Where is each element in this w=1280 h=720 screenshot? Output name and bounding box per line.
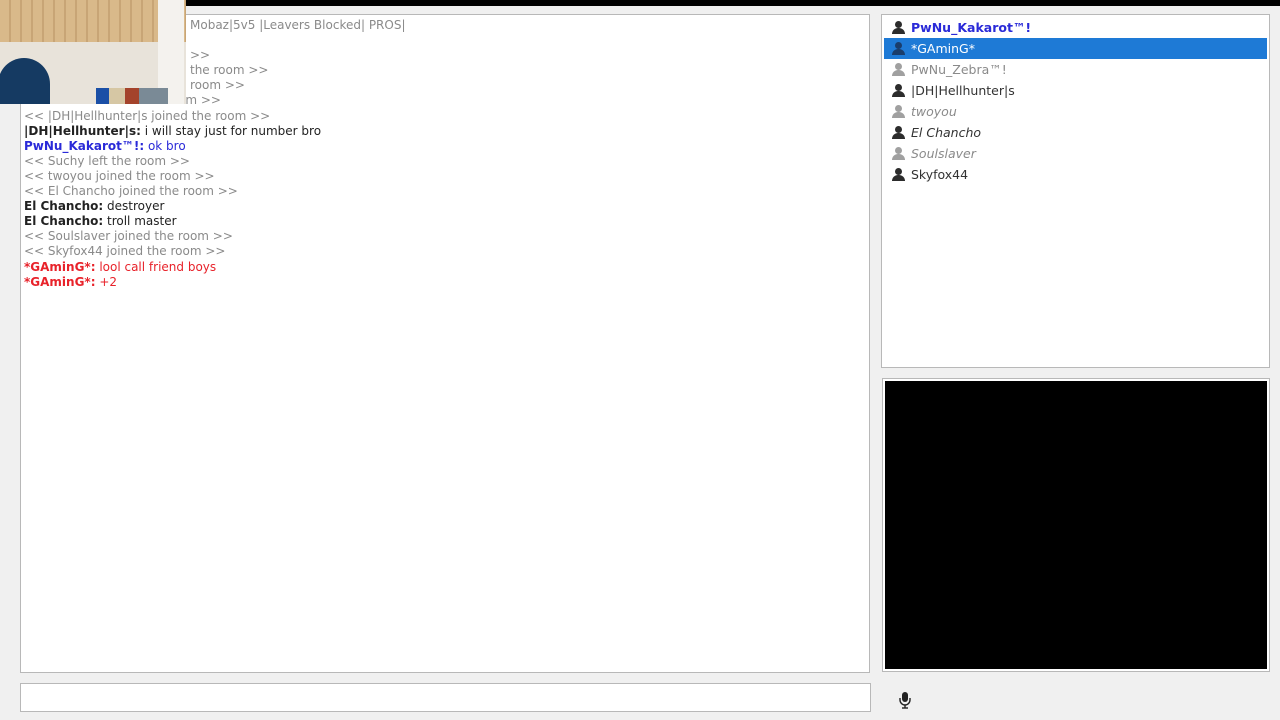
user-icon (884, 164, 908, 185)
chat-line: El Chancho: destroyer (24, 199, 865, 214)
chat-line: *GAminG*: lool call friend boys (24, 260, 865, 275)
chat-text: << |DH|Hellhunter|s joined the room >> (24, 108, 271, 123)
chat-text: troll master (103, 214, 177, 229)
user-name: PwNu_Kakarot™! (911, 20, 1032, 35)
user-list-item[interactable]: twoyou (884, 101, 1267, 122)
microphone-icon (899, 692, 911, 709)
chat-text: << Suchy left the room >> (24, 153, 190, 168)
user-list-item[interactable]: El Chancho (884, 122, 1267, 143)
chat-line: *GAminG*: +2 (24, 275, 865, 290)
user-icon (884, 143, 908, 164)
chat-text: >> (190, 48, 211, 63)
user-name: El Chancho (911, 125, 982, 140)
webcam-person (0, 58, 50, 104)
user-icon (884, 17, 908, 38)
chat-log[interactable]: Mobaz|5v5 |Leavers Blocked| PROS| >> the r… (20, 14, 870, 673)
chat-line: << |DH|Hellhunter|s joined the room >> (24, 109, 865, 124)
chat-text: the room >> (190, 63, 269, 78)
chat-text: << Soulslaver joined the room >> (24, 229, 233, 244)
microphone-button[interactable] (897, 689, 913, 711)
chat-text: destroyer (103, 199, 165, 214)
user-icon (884, 38, 908, 59)
chat-text: << twoyou joined the room >> (24, 168, 215, 183)
user-icon (884, 59, 908, 80)
chat-text: i will stay just for number bro (140, 123, 322, 138)
user-list-item[interactable]: Skyfox44 (884, 164, 1267, 185)
user-name: Soulslaver (911, 146, 976, 161)
user-list-item[interactable]: *GAminG* (884, 38, 1267, 59)
chat-nick[interactable]: El Chancho: (24, 214, 103, 228)
video-feed (885, 381, 1267, 669)
webcam-preview (0, 0, 186, 104)
chat-nick[interactable]: |DH|Hellhunter|s: (24, 124, 141, 138)
chat-text: ok bro (144, 138, 186, 153)
message-input[interactable] (23, 686, 867, 708)
user-name: twoyou (911, 104, 957, 119)
user-list-item[interactable]: PwNu_Kakarot™! (884, 17, 1267, 38)
webcam-shelf (96, 88, 168, 104)
user-name: PwNu_Zebra™! (911, 62, 1007, 77)
chat-nick[interactable]: PwNu_Kakarot™!: (24, 139, 144, 153)
chat-line: << Suchy left the room >> (24, 154, 865, 169)
chat-text: Mobaz|5v5 |Leavers Blocked| PROS| (190, 18, 406, 32)
user-list-item[interactable]: Soulslaver (884, 143, 1267, 164)
chat-nick[interactable]: El Chancho: (24, 199, 103, 213)
top-black-bar (0, 0, 1280, 6)
user-name: |DH|Hellhunter|s (911, 83, 1015, 98)
chat-line: |DH|Hellhunter|s: i will stay just for n… (24, 124, 865, 139)
chat-text: +2 (95, 274, 118, 289)
chat-line: El Chancho: troll master (24, 214, 865, 229)
user-name: Skyfox44 (911, 167, 969, 182)
chat-nick[interactable]: *GAminG*: (24, 275, 96, 289)
user-list-item[interactable]: PwNu_Zebra™! (884, 59, 1267, 80)
video-panel (882, 378, 1270, 672)
user-icon (884, 122, 908, 143)
user-list[interactable]: PwNu_Kakarot™! *GAminG* PwNu_Zebra™! |DH|He… (881, 14, 1270, 368)
chat-line: << El Chancho joined the room >> (24, 184, 865, 199)
chat-text: room >> (190, 78, 245, 93)
chat-nick[interactable]: *GAminG*: (24, 260, 96, 274)
user-icon (884, 80, 908, 101)
chat-text: << Skyfox44 joined the room >> (24, 244, 226, 259)
chat-line: << twoyou joined the room >> (24, 169, 865, 184)
chat-text: lool call friend boys (95, 259, 217, 274)
message-input-box[interactable] (20, 683, 871, 712)
user-name: *GAminG* (911, 41, 975, 56)
user-list-item[interactable]: |DH|Hellhunter|s (884, 80, 1267, 101)
chat-line: << Soulslaver joined the room >> (24, 229, 865, 244)
user-icon (884, 101, 908, 122)
chat-text: << El Chancho joined the room >> (24, 184, 238, 199)
chat-line: PwNu_Kakarot™!: ok bro (24, 139, 865, 154)
chat-line: << Skyfox44 joined the room >> (24, 244, 865, 259)
